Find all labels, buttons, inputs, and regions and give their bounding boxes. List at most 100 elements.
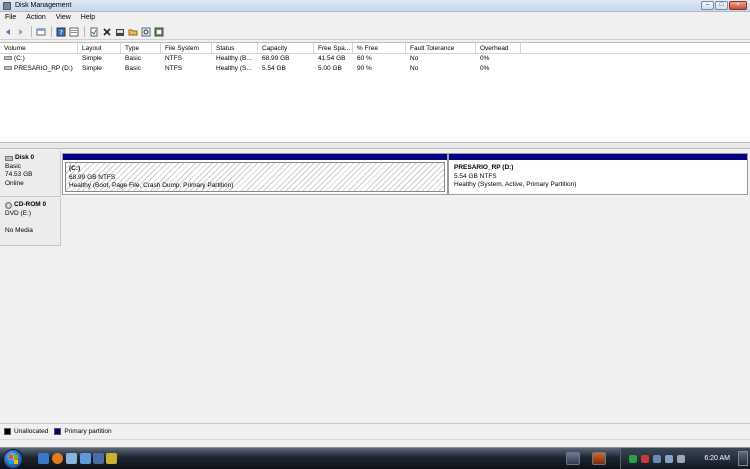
- column-header-percent-free[interactable]: % Free: [353, 43, 406, 54]
- partition-body: (C:) 68.99 GB NTFS Healthy (Boot, Page F…: [65, 162, 445, 192]
- volume-list-header: Volume Layout Type File System Status Ca…: [0, 43, 750, 54]
- disk-row: CD-ROM 0 DVD (E:) No Media: [0, 198, 750, 246]
- disk-label[interactable]: Disk 0 Basic 74.53 GB Online: [0, 151, 61, 197]
- refresh-icon[interactable]: [88, 26, 99, 37]
- tray-icon[interactable]: [677, 455, 685, 463]
- forward-icon[interactable]: [15, 26, 26, 37]
- column-header-layout[interactable]: Layout: [78, 43, 121, 54]
- toolbar-separator: [31, 26, 32, 37]
- quick-launch-desktop-icon[interactable]: [66, 453, 77, 464]
- disk-name: CD-ROM 0: [5, 201, 55, 210]
- start-button[interactable]: [3, 449, 23, 469]
- security-icon[interactable]: [629, 455, 637, 463]
- disk-size: 74.53 GB: [5, 171, 33, 178]
- windows-logo-icon: [9, 455, 18, 464]
- partition-name: (C:): [69, 165, 81, 172]
- menu-file[interactable]: File: [0, 12, 21, 24]
- svg-text:?: ?: [59, 29, 63, 37]
- table-row[interactable]: (C:) Simple Basic NTFS Healthy (B... 68.…: [0, 54, 750, 64]
- disk-pane: Disk 0 Basic 74.53 GB Online (C:) 68.99 …: [0, 149, 750, 423]
- disk-name-text: Disk 0: [15, 154, 35, 161]
- taskbar-button-disk-management[interactable]: [566, 452, 580, 465]
- menu-view[interactable]: View: [51, 12, 76, 24]
- system-tray: 6:20 AM: [620, 448, 750, 469]
- disk-type: Basic: [5, 162, 21, 170]
- taskbar-button-app[interactable]: [592, 452, 606, 465]
- cell-status: Healthy (S...: [216, 65, 252, 72]
- check-icon[interactable]: [114, 26, 125, 37]
- minimize-button[interactable]: –: [701, 1, 714, 10]
- cell-volume: (C:): [0, 54, 78, 64]
- window-controls: – □ ×: [701, 1, 747, 10]
- quick-launch-mail-icon[interactable]: [93, 453, 104, 464]
- cell-file-system: NTFS: [165, 55, 182, 62]
- quick-launch-ie-icon[interactable]: [38, 453, 49, 464]
- table-row[interactable]: PRESARIO_RP (D:) Simple Basic NTFS Healt…: [0, 64, 750, 74]
- legend-label: Primary partition: [64, 428, 112, 435]
- cell-layout: Simple: [82, 55, 102, 62]
- menu-bar: File Action View Help: [0, 12, 750, 24]
- column-header-volume[interactable]: Volume: [0, 43, 78, 54]
- legend-swatch: [54, 428, 62, 435]
- legend-item-unallocated: Unallocated: [4, 428, 48, 435]
- toolbar-separator: [84, 26, 85, 37]
- warning-icon[interactable]: [641, 455, 649, 463]
- network-icon[interactable]: [653, 455, 661, 463]
- partition-c[interactable]: (C:) 68.99 GB NTFS Healthy (Boot, Page F…: [62, 153, 448, 195]
- column-header-file-system[interactable]: File System: [161, 43, 212, 54]
- properties-icon[interactable]: [68, 26, 79, 37]
- partition-size: 68.99 GB NTFS: [69, 173, 116, 181]
- column-header-overhead[interactable]: Overhead: [476, 43, 521, 54]
- quick-launch-media-icon[interactable]: [106, 453, 117, 464]
- close-button[interactable]: ×: [729, 1, 747, 10]
- disk-label[interactable]: CD-ROM 0 DVD (E:) No Media: [0, 198, 61, 246]
- status-bar: [0, 439, 750, 447]
- up-icon[interactable]: [35, 26, 46, 37]
- partition-bar: [449, 154, 747, 160]
- cell-overhead: 0%: [480, 55, 490, 62]
- properties2-icon[interactable]: [153, 26, 164, 37]
- cell-file-system: NTFS: [165, 65, 182, 72]
- show-desktop-button[interactable]: [738, 451, 748, 466]
- disk-row: Disk 0 Basic 74.53 GB Online (C:) 68.99 …: [0, 151, 750, 197]
- legend-swatch: [4, 428, 11, 435]
- legend-item-primary: Primary partition: [54, 428, 112, 435]
- drive-icon: [4, 66, 12, 71]
- menu-help[interactable]: Help: [76, 12, 100, 24]
- column-header-fault-tolerance[interactable]: Fault Tolerance: [406, 43, 476, 54]
- column-header-free-space[interactable]: Free Spa...: [314, 43, 353, 54]
- search-icon[interactable]: [140, 26, 151, 37]
- help-icon[interactable]: ?: [55, 26, 66, 37]
- cell-percent-free: 60 %: [357, 55, 372, 62]
- column-header-status[interactable]: Status: [212, 43, 258, 54]
- clock[interactable]: 6:20 AM: [704, 455, 730, 462]
- delete-icon[interactable]: [101, 26, 112, 37]
- quick-launch-firefox-icon[interactable]: [52, 453, 63, 464]
- back-icon[interactable]: [2, 26, 13, 37]
- menu-action[interactable]: Action: [21, 12, 50, 24]
- cell-overhead: 0%: [480, 65, 490, 72]
- partition-body: PRESARIO_RP (D:) 5.54 GB NTFS Healthy (S…: [451, 162, 745, 192]
- volume-name: PRESARIO_RP (D:): [14, 65, 73, 72]
- cell-type: Basic: [125, 65, 141, 72]
- title-bar: Disk Management – □ ×: [0, 0, 750, 12]
- disk-type: DVD (E:): [5, 209, 31, 217]
- column-header-capacity[interactable]: Capacity: [258, 43, 314, 54]
- cell-free-space: 41.54 GB: [318, 55, 346, 62]
- open-icon[interactable]: [127, 26, 138, 37]
- maximize-button[interactable]: □: [715, 1, 728, 10]
- cell-type: Basic: [125, 55, 141, 62]
- cell-fault-tolerance: No: [410, 65, 419, 72]
- partition-d[interactable]: PRESARIO_RP (D:) 5.54 GB NTFS Healthy (S…: [448, 153, 748, 195]
- toolbar-separator: [51, 26, 52, 37]
- volume-icon[interactable]: [665, 455, 673, 463]
- drive-icon: [4, 56, 12, 61]
- taskbar: 6:20 AM: [0, 447, 750, 469]
- toolbar: ?: [0, 24, 750, 40]
- quick-launch-explorer-icon[interactable]: [80, 453, 91, 464]
- partition-status: Healthy (Boot, Page File, Crash Dump, Pr…: [69, 182, 234, 189]
- column-header-type[interactable]: Type: [121, 43, 161, 54]
- cell-capacity: 68.99 GB: [262, 55, 290, 62]
- legend: Unallocated Primary partition: [0, 423, 750, 439]
- disk-size: [5, 218, 55, 227]
